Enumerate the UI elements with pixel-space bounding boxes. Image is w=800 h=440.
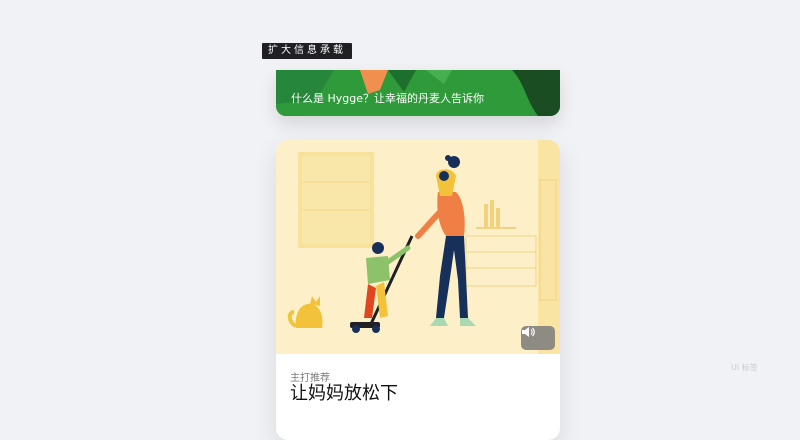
banner-title: 什么是 Hygge？让幸福的丹麦人告诉你 (291, 92, 485, 105)
feature-tag: 扩大信息承载 (262, 43, 352, 59)
sound-toggle-button[interactable] (521, 326, 555, 350)
card-illustration (276, 140, 560, 354)
watermark: Ui 标签 (731, 363, 758, 372)
speaker-icon (522, 327, 535, 337)
featured-card[interactable]: 主打推荐 让妈妈放松下 (276, 140, 560, 440)
card-headline: 让妈妈放松下 (290, 383, 398, 404)
card-caption: 主打推荐 (290, 373, 330, 384)
banner-card[interactable]: 什么是 Hygge？让幸福的丹麦人告诉你 (276, 70, 560, 116)
